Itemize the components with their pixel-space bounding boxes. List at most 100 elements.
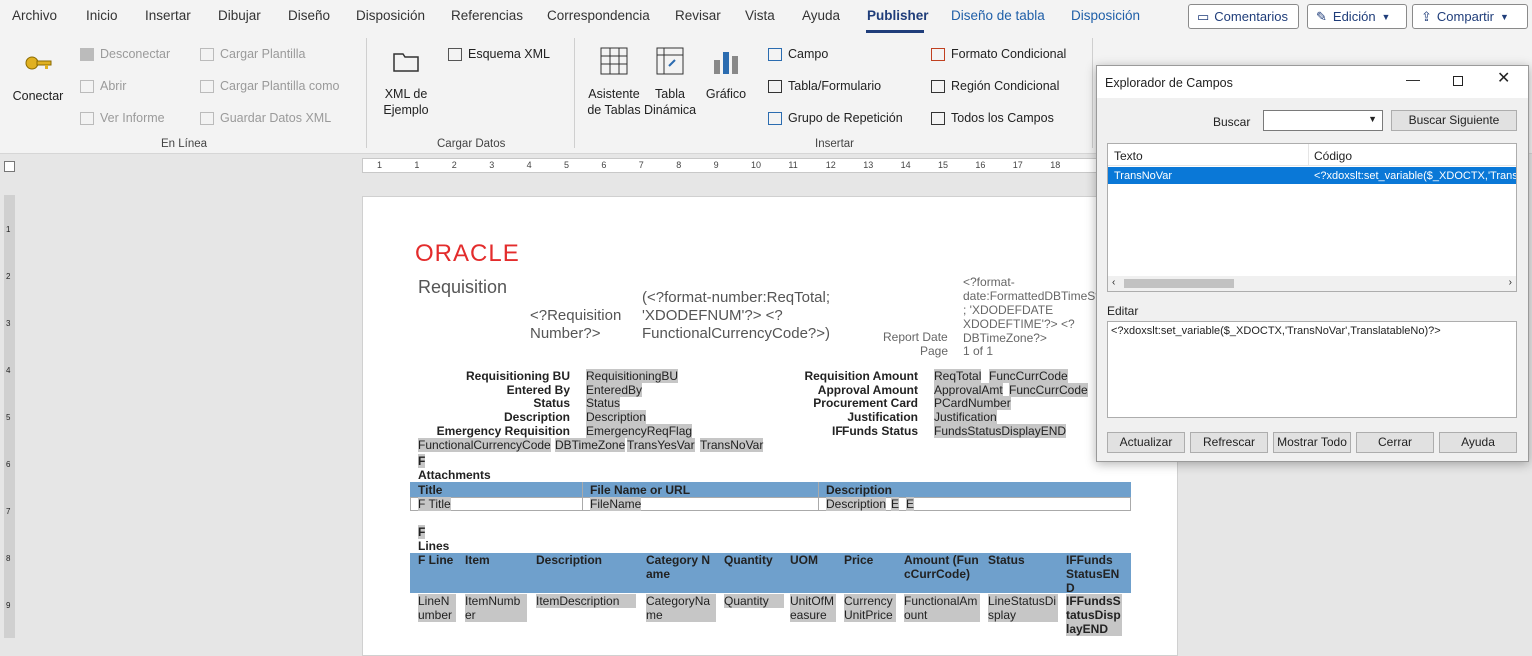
field-button[interactable]: Campo <box>768 47 828 61</box>
field-label: Funds Status <box>841 423 918 438</box>
minimize-icon[interactable]: — <box>1406 72 1420 86</box>
field-value: EnteredBy <box>586 382 643 397</box>
lines-header-cell: Category Name <box>646 553 711 581</box>
lines-cell: LineNumber <box>418 594 456 622</box>
table-icon <box>600 47 628 75</box>
menu-inicio[interactable]: Inicio <box>86 8 118 23</box>
hidden-var: DBTimeZone <box>555 438 626 452</box>
field-value: EmergencyReqFlag <box>586 423 693 438</box>
cond-format-button[interactable]: Formato Condicional <box>931 47 1066 61</box>
menu-disposicion-tabla[interactable]: Disposición <box>1071 8 1140 23</box>
scroll-thumb[interactable] <box>1124 279 1234 288</box>
col-code-header[interactable]: Código <box>1314 149 1352 163</box>
menu-insertar[interactable]: Insertar <box>145 8 191 23</box>
table-form-button[interactable]: Tabla/Formulario <box>768 79 881 93</box>
field-value: FuncCurrCode <box>1009 382 1088 397</box>
editing-button[interactable]: ✎ Edición ▼ <box>1307 4 1407 29</box>
ruler-tick: 3 <box>6 319 11 328</box>
dialog-button[interactable]: Ayuda <box>1439 432 1517 453</box>
field-value: Justification <box>934 410 997 425</box>
sample-xml-label: XML de Ejemplo <box>383 87 429 117</box>
pivot-label: Tabla Dinámica <box>644 87 697 117</box>
view-report-button[interactable]: Ver Informe <box>80 111 165 125</box>
comments-button[interactable]: ▭ Comentarios <box>1188 4 1299 29</box>
ruler-tick: 13 <box>863 160 874 170</box>
tab-selector-icon[interactable] <box>4 161 15 172</box>
ruler-tick: 5 <box>564 160 570 170</box>
row-text: TransNoVar <box>1114 170 1173 182</box>
open-button[interactable]: Abrir <box>80 79 126 93</box>
menu-ayuda[interactable]: Ayuda <box>802 8 840 23</box>
field-value: FundsStatusDisplayEND <box>934 423 1067 438</box>
pivot-button[interactable]: Tabla Dinámica <box>644 46 696 118</box>
ribbon-separator <box>1092 38 1093 148</box>
disconnect-button[interactable]: Desconectar <box>80 47 170 61</box>
ruler-tick: 8 <box>6 554 11 563</box>
menu-correspondencia[interactable]: Correspondencia <box>547 8 650 23</box>
connect-button[interactable]: Conectar <box>8 48 68 104</box>
edit-textarea[interactable]: <?xdoxslt:set_variable($_XDOCTX,'TransNo… <box>1107 321 1517 418</box>
share-label: Compartir <box>1436 9 1494 24</box>
menu-referencias[interactable]: Referencias <box>451 8 523 23</box>
req-total-field: (<?format-number:ReqTotal; 'XDODEFNUM'?>… <box>642 289 831 342</box>
menu-dibujar[interactable]: Dibujar <box>218 8 261 23</box>
ruler-tick: 2 <box>6 272 11 281</box>
find-next-button[interactable]: Buscar Siguiente <box>1391 110 1517 131</box>
horizontal-scrollbar[interactable]: ‹ › <box>1108 276 1516 291</box>
search-combo[interactable]: ▼ <box>1263 110 1383 131</box>
lines-cell: IFFundsStatusDisplayEND <box>1066 594 1122 636</box>
menu-revisar[interactable]: Revisar <box>675 8 721 23</box>
group-online-label: En Línea <box>161 138 208 150</box>
menu-diseno-tabla[interactable]: Diseño de tabla <box>951 8 1045 23</box>
dialog-button[interactable]: Cerrar <box>1356 432 1434 453</box>
disconnect-label: Desconectar <box>100 47 171 61</box>
field-explorer-dialog: Explorador de Campos — ✕ Buscar ▼ Buscar… <box>1096 65 1529 462</box>
dialog-button[interactable]: Refrescar <box>1190 432 1268 453</box>
att-cell: E <box>906 497 915 511</box>
ruler-tick: 6 <box>601 160 607 170</box>
chart-button[interactable]: Gráfico <box>702 46 750 102</box>
share-button[interactable]: ⇪ Compartir ▼ <box>1412 4 1528 29</box>
fields-list[interactable]: Texto Código TransNoVar <?xdoxslt:set_va… <box>1107 143 1517 292</box>
dialog-button[interactable]: Mostrar Todo <box>1273 432 1351 453</box>
load-template-as-button[interactable]: Cargar Plantilla como <box>200 79 340 93</box>
ruler-tick: 10 <box>751 160 762 170</box>
menu-publisher[interactable]: Publisher <box>867 8 929 23</box>
req-number-field: <?Requisition Number?> <box>530 307 622 342</box>
cond-region-button[interactable]: Región Condicional <box>931 79 1059 93</box>
cond-region-icon <box>931 79 945 93</box>
col-text-header[interactable]: Texto <box>1114 149 1143 163</box>
document-page[interactable]: ORACLE Requisition <?Requisition Number?… <box>362 196 1178 656</box>
pivot-icon <box>656 47 684 75</box>
menu-vista[interactable]: Vista <box>745 8 775 23</box>
load-template-button[interactable]: Cargar Plantilla <box>200 47 305 61</box>
connect-label: Conectar <box>12 89 64 103</box>
menu-archivo[interactable]: Archivo <box>12 8 57 23</box>
chevron-right-icon: › <box>1508 277 1512 288</box>
lines-header-cell: Price <box>844 553 874 567</box>
sample-xml-button[interactable]: XML de Ejemplo <box>380 46 432 118</box>
key-icon <box>25 56 52 70</box>
all-fields-button[interactable]: Todos los Campos <box>931 111 1054 125</box>
menu-disposicion[interactable]: Disposición <box>356 8 425 23</box>
template-icon <box>200 47 214 61</box>
all-fields-label: Todos los Campos <box>951 111 1054 125</box>
lines-cell: UnitOfMeasure <box>790 594 836 622</box>
menu-bar: Archivo Inicio Insertar Dibujar Diseño D… <box>0 0 1532 34</box>
repeat-group-button[interactable]: Grupo de Repetición <box>768 111 903 125</box>
ruler-tick: 4 <box>526 160 532 170</box>
att-header: Description <box>826 483 893 497</box>
lines-header-cell: Item <box>465 553 490 567</box>
save-xml-button[interactable]: Guardar Datos XML <box>200 111 331 125</box>
vertical-ruler[interactable]: 1 2 3 4 5 6 7 8 9 <box>4 195 15 638</box>
report-title: Requisition <box>418 277 508 297</box>
page-count: 1 of 1 <box>963 344 994 358</box>
table-wizard-button[interactable]: Asistente de Tablas <box>586 46 642 118</box>
dialog-button[interactable]: Actualizar <box>1107 432 1185 453</box>
xml-schema-button[interactable]: Esquema XML <box>448 47 550 61</box>
menu-diseno[interactable]: Diseño <box>288 8 330 23</box>
close-icon[interactable]: ✕ <box>1497 71 1510 87</box>
maximize-icon[interactable] <box>1453 76 1463 86</box>
attachments-row-box <box>410 497 1131 511</box>
horizontal-ruler[interactable]: 1 1 2 3 4 5 6 7 8 9 10 11 12 13 14 15 16 17 18 <box>362 158 1097 173</box>
